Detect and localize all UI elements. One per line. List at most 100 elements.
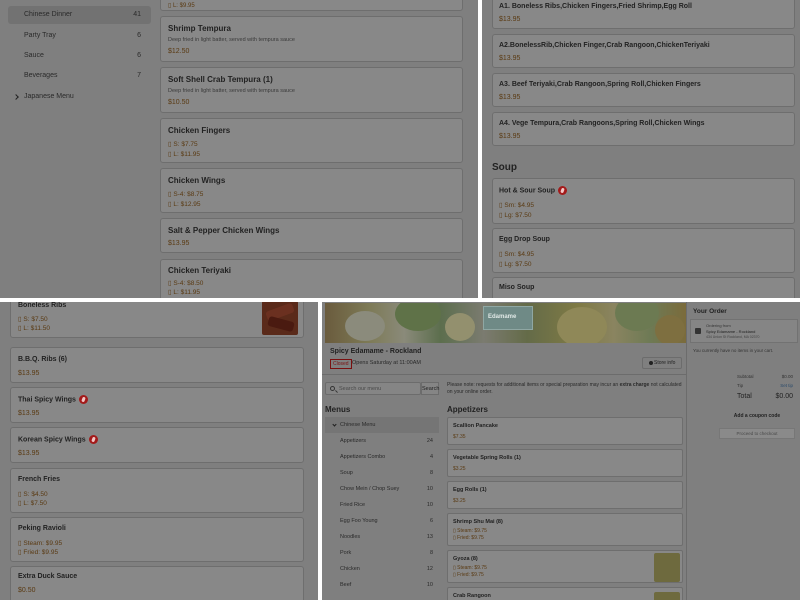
item-price: $13.95	[499, 133, 521, 140]
menu-nav-item[interactable]: Egg Foo Young 6	[325, 513, 439, 529]
item-name: A3. Beef Teriyaki,Crab Rangoon,Spring Ro…	[499, 81, 701, 88]
menu-nav-item[interactable]: Chicken 12	[325, 561, 439, 577]
menu-nav-item[interactable]: Appetizers 24	[325, 433, 439, 449]
menu-item-card[interactable]: B.B.Q. Ribs (6) $13.95	[10, 347, 304, 383]
menu-nav-item[interactable]: Noodles 13	[325, 529, 439, 545]
menu-item-card[interactable]: Egg Rolls (1) $3.25	[447, 481, 683, 509]
menu-nav-item[interactable]: Appetizers Combo 4	[325, 449, 439, 465]
store-logo: Edamame	[483, 306, 533, 330]
top-left-panel: Chinese Dinner 41 Party Tray 6 Sauce 6 B…	[0, 0, 478, 298]
item-size-small: ▯ S-4: $8.50	[168, 280, 204, 287]
menu-item-card[interactable]: Crab Rangoon	[447, 587, 683, 600]
combo-card[interactable]: A3. Beef Teriyaki,Crab Rangoon,Spring Ro…	[492, 73, 795, 107]
combo-card[interactable]: A2.BonelessRib,Chicken Finger,Crab Rango…	[492, 34, 795, 68]
search-button[interactable]: Search	[421, 382, 439, 395]
menu-item-card[interactable]: Shrimp Tempura Deep fried in light batte…	[160, 16, 463, 62]
total-row: Total $0.00	[737, 393, 793, 400]
item-photo	[654, 592, 680, 600]
item-name: Vegetable Spring Rolls (1)	[453, 455, 521, 461]
item-price: $12.50	[168, 48, 190, 55]
empty-cart-message: You currently have no items in your cart…	[693, 348, 774, 353]
checkout-button[interactable]: Proceed to checkout	[719, 428, 795, 439]
menu-item-card[interactable]: Salt & Pepper Chicken Wings $13.95	[160, 218, 463, 253]
chevron-right-icon	[13, 94, 19, 100]
item-size-large: ▯ Lg: $7.50	[499, 261, 532, 268]
section-heading-appetizers: Appetizers	[447, 405, 488, 414]
menu-item-card[interactable]: Vegetable Spring Rolls (1) $3.25	[447, 449, 683, 477]
item-option-fried: ▯ Fried: $9.75	[453, 572, 484, 578]
category-count: 6	[137, 52, 141, 59]
soup-card[interactable]: Miso Soup	[492, 277, 795, 298]
item-name: Extra Duck Sauce	[18, 573, 78, 580]
item-price: $13.95	[499, 94, 521, 101]
menu-item-card[interactable]: Scallion Pancake $7.35	[447, 417, 683, 445]
item-name: Chicken Teriyaki	[168, 266, 231, 275]
category-chinese-dinner[interactable]: Chinese Dinner 41	[8, 6, 151, 24]
menu-item-card[interactable]: French Fries ▯ S: $4.50 ▯ L: $7.50	[10, 468, 304, 513]
category-label: Chinese Dinner	[24, 11, 73, 18]
section-heading-soup: Soup	[492, 162, 517, 173]
menu-item-card[interactable]: Chicken Fingers ▯ S: $7.75 ▯ L: $11.95	[160, 118, 463, 163]
top-right-panel: A1. Boneless Ribs,Chicken Fingers,Fried …	[482, 0, 800, 298]
item-name: Boneless Ribs	[18, 302, 67, 309]
menu-item-card[interactable]: Korean Spicy Wings $13.95	[10, 427, 304, 463]
soup-card[interactable]: Hot & Sour Soup ▯ Sm: $4.95 ▯ Lg: $7.50	[492, 178, 795, 224]
category-party-tray[interactable]: Party Tray 6	[8, 27, 151, 45]
menu-item-card[interactable]: ▯ L: $9.95	[160, 0, 463, 11]
menu-nav-item[interactable]: Chow Mein / Chop Suey 10	[325, 481, 439, 497]
item-size-small: ▯ Sm: $4.95	[499, 202, 535, 209]
menu-item-card[interactable]: Chicken Teriyaki ▯ S-4: $8.50 ▯ L: $11.9…	[160, 259, 463, 298]
menu-item-card[interactable]: Shrimp Shu Mai (8) ▯ Steam: $9.75 ▯ Frie…	[447, 513, 683, 546]
item-name: Chicken Fingers	[168, 126, 231, 135]
item-name-row: Korean Spicy Wings	[18, 435, 98, 444]
bottom-left-panel: Boneless Ribs ▯ S: $7.50 ▯ L: $11.50 B.B…	[0, 302, 318, 600]
item-name: Soft Shell Crab Tempura (1)	[168, 75, 273, 84]
ordering-from-box: Ordering from Spicy Edamame - Rockland 4…	[690, 319, 798, 343]
menu-item-card[interactable]: Soft Shell Crab Tempura (1) Deep fried i…	[160, 67, 463, 113]
order-sidebar: Your Order Ordering from Spicy Edamame -…	[686, 302, 800, 600]
item-description: Deep fried in light batter, served with …	[168, 37, 295, 43]
item-option-steam: ▯ Steam: $9.75	[453, 565, 487, 571]
menu-item-card[interactable]: Extra Duck Sauce $0.50	[10, 566, 304, 600]
search-icon	[330, 386, 335, 391]
item-name: Miso Soup	[499, 284, 535, 291]
spicy-icon	[88, 435, 98, 444]
category-label: Beverages	[24, 72, 58, 79]
combo-card[interactable]: A1. Boneless Ribs,Chicken Fingers,Fried …	[492, 0, 795, 29]
set-tip-link[interactable]: Set tip	[780, 383, 793, 388]
combo-card[interactable]: A4. Vege Tempura,Crab Rangoons,Spring Ro…	[492, 112, 795, 146]
item-size-small: ▯ S: $7.50	[18, 316, 48, 323]
category-japanese-menu[interactable]: Japanese Menu	[8, 88, 151, 106]
item-option-steam: ▯ Steam: $9.75	[453, 528, 487, 534]
menu-item-card[interactable]: Thai Spicy Wings $13.95	[10, 387, 304, 423]
item-price: $3.25	[453, 466, 466, 472]
menu-nav-item[interactable]: Fried Rice 10	[325, 497, 439, 513]
menu-item-card[interactable]: Gyoza (8) ▯ Steam: $9.75 ▯ Fried: $9.75	[447, 550, 683, 583]
search-input[interactable]: Search our menu	[325, 382, 421, 395]
category-label: Party Tray	[24, 32, 56, 39]
item-name: Peking Ravioli	[18, 525, 66, 532]
store-name: Spicy Edamame - Rockland	[330, 348, 422, 355]
spicy-icon	[558, 186, 567, 195]
soup-card[interactable]: Egg Drop Soup ▯ Sm: $4.95 ▯ Lg: $7.50	[492, 228, 795, 273]
add-coupon-button[interactable]: Add a coupon code	[719, 413, 795, 419]
spicy-icon	[78, 395, 88, 404]
item-description: Deep fried in light batter, served with …	[168, 88, 295, 94]
item-name: Egg Rolls (1)	[453, 487, 487, 493]
menu-item-card[interactable]: Chicken Wings ▯ S-4: $8.75 ▯ L: $12.95	[160, 168, 463, 213]
menu-nav-item[interactable]: Pork 8	[325, 545, 439, 561]
item-size-small: ▯ S: $7.75	[168, 141, 198, 148]
item-name-row: Hot & Sour Soup	[499, 186, 567, 195]
store-info-button[interactable]: Store info	[642, 357, 682, 369]
menu-nav-chinese-menu[interactable]: Chinese Menu	[325, 417, 439, 433]
store-logo-text: Edamame	[488, 314, 517, 320]
category-beverages[interactable]: Beverages 7	[8, 67, 151, 85]
menu-nav-item[interactable]: Beef 10	[325, 577, 439, 593]
item-name: Crab Rangoon	[453, 593, 491, 599]
item-name-row: Thai Spicy Wings	[18, 395, 88, 404]
item-price: $13.95	[18, 370, 40, 377]
menu-item-card[interactable]: Boneless Ribs ▯ S: $7.50 ▯ L: $11.50	[10, 302, 304, 338]
menu-item-card[interactable]: Peking Ravioli ▯ Steam: $9.95 ▯ Fried: $…	[10, 517, 304, 562]
category-sauce[interactable]: Sauce 6	[8, 47, 151, 65]
menu-nav-item[interactable]: Soup 8	[325, 465, 439, 481]
